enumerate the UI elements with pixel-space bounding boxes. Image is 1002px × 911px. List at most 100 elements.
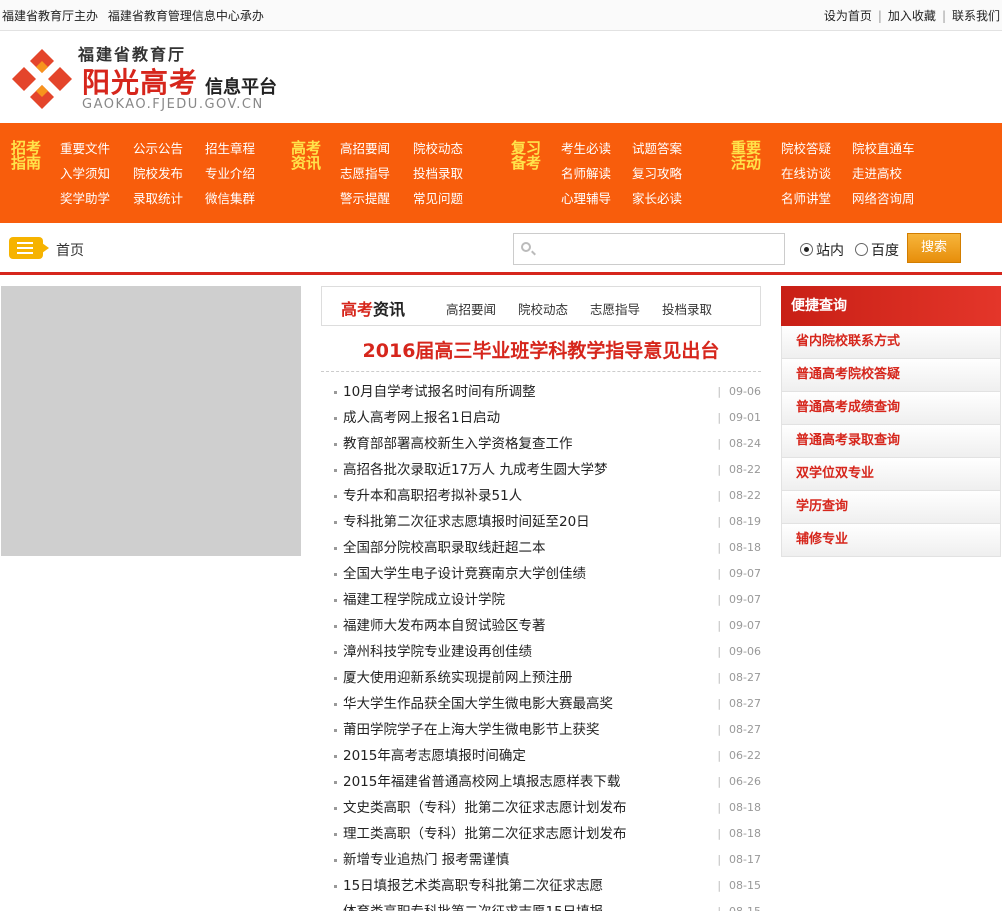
- nav-link[interactable]: 常见问题: [413, 188, 463, 207]
- quick-query-item[interactable]: 普通高考院校答疑: [781, 359, 1001, 392]
- news-item-title[interactable]: 10月自学考试报名时间有所调整: [343, 379, 536, 405]
- favorite-link[interactable]: 加入收藏: [888, 9, 936, 23]
- list-icon: [9, 237, 49, 259]
- quick-query-item[interactable]: 学历查询: [781, 491, 1001, 524]
- nav-link[interactable]: 公示公告: [133, 138, 183, 157]
- list-item[interactable]: 15日填报艺术类高职专科批第二次征求志愿 08-15: [321, 873, 761, 899]
- news-item-title[interactable]: 全国部分院校高职录取线赶超二本: [343, 535, 546, 561]
- news-item-title[interactable]: 专升本和高职招考拟补录51人: [343, 483, 522, 509]
- list-item[interactable]: 专升本和高职招考拟补录51人 08-22: [321, 483, 761, 509]
- main-nav: 招考 指南 重要文件 公示公告 招生章程 入学须知 院校发布 专业介绍 奖学助学…: [0, 123, 1002, 223]
- radio-baidu[interactable]: 百度: [855, 240, 899, 260]
- quick-query-item[interactable]: 省内院校联系方式: [781, 326, 1001, 359]
- list-item[interactable]: 文史类高职（专科）批第二次征求志愿计划发布 08-18: [321, 795, 761, 821]
- quick-query-item[interactable]: 普通高考成绩查询: [781, 392, 1001, 425]
- search-box[interactable]: [513, 233, 785, 265]
- nav-link[interactable]: 名师解读: [561, 163, 611, 182]
- logo-title[interactable]: 阳光高考: [82, 61, 198, 101]
- news-item-title[interactable]: 福建师大发布两本自贸试验区专著: [343, 613, 546, 639]
- search-input[interactable]: [538, 238, 778, 260]
- list-item[interactable]: 全国部分院校高职录取线赶超二本 08-18: [321, 535, 761, 561]
- list-item[interactable]: 高招各批次录取近17万人 九成考生圆大学梦 08-22: [321, 457, 761, 483]
- news-headline[interactable]: 2016届高三毕业班学科教学指导意见出台: [321, 336, 761, 363]
- nav-link[interactable]: 院校直通车: [852, 138, 915, 157]
- news-tab[interactable]: 投档录取: [662, 299, 712, 318]
- news-item-title[interactable]: 体育类高职专科批第二次征求志愿15日填报: [343, 899, 603, 911]
- nav-link[interactable]: 录取统计: [133, 188, 183, 207]
- news-item-title[interactable]: 15日填报艺术类高职专科批第二次征求志愿: [343, 873, 603, 899]
- list-item[interactable]: 2015年高考志愿填报时间确定 06-22: [321, 743, 761, 769]
- contact-link[interactable]: 联系我们: [952, 9, 1000, 23]
- nav-link[interactable]: 试题答案: [632, 138, 682, 157]
- news-item-title[interactable]: 2015年福建省普通高校网上填报志愿样表下载: [343, 769, 620, 795]
- list-item[interactable]: 2015年福建省普通高校网上填报志愿样表下载 06-26: [321, 769, 761, 795]
- quick-query-title: 便捷查询: [781, 286, 1001, 326]
- nav-link[interactable]: 心理辅导: [561, 188, 611, 207]
- news-item-title[interactable]: 福建工程学院成立设计学院: [343, 587, 505, 613]
- news-item-title[interactable]: 2015年高考志愿填报时间确定: [343, 743, 526, 769]
- radio-dot-checked[interactable]: [800, 243, 813, 256]
- list-item[interactable]: 华大学生作品获全国大学生微电影大赛最高奖 08-27: [321, 691, 761, 717]
- nav-link[interactable]: 名师讲堂: [781, 188, 831, 207]
- nav-link[interactable]: 院校答疑: [781, 138, 831, 157]
- nav-link[interactable]: 志愿指导: [340, 163, 390, 182]
- news-tab[interactable]: 院校动态: [518, 299, 568, 318]
- news-item-title[interactable]: 专科批第二次征求志愿填报时间延至20日: [343, 509, 590, 535]
- news-item-title[interactable]: 漳州科技学院专业建设再创佳绩: [343, 639, 532, 665]
- nav-link[interactable]: 警示提醒: [340, 188, 390, 207]
- list-item[interactable]: 全国大学生电子设计竞赛南京大学创佳绩 09-07: [321, 561, 761, 587]
- list-item[interactable]: 专科批第二次征求志愿填报时间延至20日 08-19: [321, 509, 761, 535]
- nav-link[interactable]: 走进高校: [852, 163, 902, 182]
- nav-link[interactable]: 投档录取: [413, 163, 463, 182]
- news-item-title[interactable]: 高招各批次录取近17万人 九成考生圆大学梦: [343, 457, 607, 483]
- list-item[interactable]: 漳州科技学院专业建设再创佳绩 09-06: [321, 639, 761, 665]
- news-item-date: 06-26: [717, 769, 761, 795]
- list-item[interactable]: 莆田学院学子在上海大学生微电影节上获奖 08-27: [321, 717, 761, 743]
- breadcrumb-home[interactable]: 首页: [56, 240, 84, 260]
- news-tab[interactable]: 高招要闻: [446, 299, 496, 318]
- news-item-date: 08-22: [717, 457, 761, 483]
- nav-link[interactable]: 网络咨询周: [852, 188, 915, 207]
- news-item-title[interactable]: 文史类高职（专科）批第二次征求志愿计划发布: [343, 795, 627, 821]
- nav-link[interactable]: 复习攻略: [632, 163, 682, 182]
- list-item[interactable]: 厦大使用迎新系统实现提前网上预注册 08-27: [321, 665, 761, 691]
- list-item[interactable]: 福建师大发布两本自贸试验区专著 09-07: [321, 613, 761, 639]
- list-item[interactable]: 体育类高职专科批第二次征求志愿15日填报 08-15: [321, 899, 761, 911]
- quick-query-item[interactable]: 辅修专业: [781, 524, 1001, 557]
- nav-link[interactable]: 微信集群: [205, 188, 255, 207]
- list-item[interactable]: 理工类高职（专科）批第二次征求志愿计划发布 08-18: [321, 821, 761, 847]
- nav-link[interactable]: 院校发布: [133, 163, 183, 182]
- nav-link[interactable]: 家长必读: [632, 188, 682, 207]
- nav-link[interactable]: 入学须知: [60, 163, 110, 182]
- list-item[interactable]: 福建工程学院成立设计学院 09-07: [321, 587, 761, 613]
- nav-link[interactable]: 重要文件: [60, 138, 110, 157]
- nav-link[interactable]: 招生章程: [205, 138, 255, 157]
- list-item[interactable]: 新增专业追热门 报考需谨慎 08-17: [321, 847, 761, 873]
- news-item-title[interactable]: 华大学生作品获全国大学生微电影大赛最高奖: [343, 691, 613, 717]
- radio-site[interactable]: 站内: [800, 240, 844, 260]
- quick-query-item[interactable]: 普通高考录取查询: [781, 425, 1001, 458]
- list-item[interactable]: 成人高考网上报名1日启动 09-01: [321, 405, 761, 431]
- quick-query-item[interactable]: 双学位双专业: [781, 458, 1001, 491]
- nav-link[interactable]: 专业介绍: [205, 163, 255, 182]
- nav-link[interactable]: 奖学助学: [60, 188, 110, 207]
- nav-link[interactable]: 在线访谈: [781, 163, 831, 182]
- radio-dot[interactable]: [855, 243, 868, 256]
- news-item-title[interactable]: 理工类高职（专科）批第二次征求志愿计划发布: [343, 821, 627, 847]
- news-item-title[interactable]: 成人高考网上报名1日启动: [343, 405, 500, 431]
- nav-link[interactable]: 考生必读: [561, 138, 611, 157]
- news-item-title[interactable]: 新增专业追热门 报考需谨慎: [343, 847, 509, 873]
- nav-link[interactable]: 高招要闻: [340, 138, 390, 157]
- list-item[interactable]: 教育部部署高校新生入学资格复查工作 08-24: [321, 431, 761, 457]
- news-item-title[interactable]: 厦大使用迎新系统实现提前网上预注册: [343, 665, 573, 691]
- set-home-link[interactable]: 设为首页: [824, 9, 872, 23]
- logo-diamond-icon[interactable]: [10, 47, 74, 111]
- news-item-title[interactable]: 莆田学院学子在上海大学生微电影节上获奖: [343, 717, 600, 743]
- news-item-title[interactable]: 教育部部署高校新生入学资格复查工作: [343, 431, 573, 457]
- news-item-title[interactable]: 全国大学生电子设计竞赛南京大学创佳绩: [343, 561, 586, 587]
- feature-image[interactable]: [1, 286, 301, 556]
- nav-link[interactable]: 院校动态: [413, 138, 463, 157]
- list-item[interactable]: 10月自学考试报名时间有所调整 09-06: [321, 379, 761, 405]
- search-button[interactable]: 搜索: [907, 233, 961, 263]
- news-tab[interactable]: 志愿指导: [590, 299, 640, 318]
